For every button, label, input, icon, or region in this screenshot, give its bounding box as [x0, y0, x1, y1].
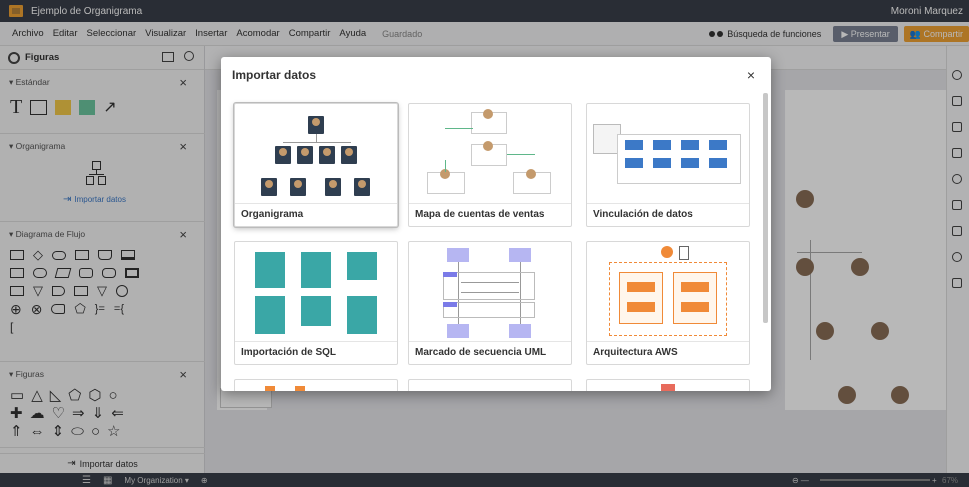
template-tile-sql-import[interactable]: Importación de SQL	[234, 241, 398, 365]
tile-label: Marcado de secuencia UML	[415, 347, 547, 358]
tile-label: Mapa de cuentas de ventas	[415, 209, 545, 220]
sql-import-thumbnail	[235, 242, 397, 344]
close-icon[interactable]: ×	[747, 67, 755, 83]
template-tile-partial[interactable]	[586, 379, 750, 391]
aws-architecture-thumbnail	[587, 242, 749, 344]
tile-label: Arquitectura AWS	[593, 347, 678, 358]
tile-label: Importación de SQL	[241, 347, 337, 358]
tile-label: Vinculación de datos	[593, 209, 693, 220]
import-data-dialog: Importar datos × Organigrama Mapa de cue…	[221, 57, 771, 391]
template-tile-org-chart[interactable]: Organigrama	[234, 103, 398, 227]
template-tile-sales-account-map[interactable]: Mapa de cuentas de ventas	[408, 103, 572, 227]
template-tile-uml-sequence[interactable]: Marcado de secuencia UML	[408, 241, 572, 365]
template-tile-aws-architecture[interactable]: Arquitectura AWS	[586, 241, 750, 365]
dialog-scrollbar[interactable]	[763, 93, 768, 323]
dialog-title: Importar datos	[232, 68, 317, 82]
template-tile-data-linking[interactable]: Vinculación de datos	[586, 103, 750, 227]
data-linking-thumbnail	[587, 104, 749, 206]
sales-map-thumbnail	[409, 104, 571, 206]
template-tile-partial[interactable]	[408, 379, 572, 391]
tile-label: Organigrama	[241, 209, 304, 220]
template-tile-partial[interactable]	[234, 379, 398, 391]
org-chart-thumbnail	[235, 104, 397, 206]
uml-sequence-thumbnail	[409, 242, 571, 344]
